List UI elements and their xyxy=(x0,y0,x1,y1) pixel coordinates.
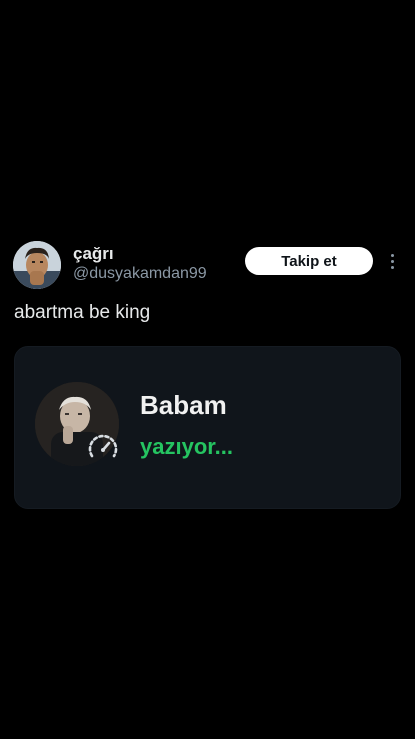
media-card[interactable]: Babam yazıyor... xyxy=(14,346,401,509)
more-dot xyxy=(390,259,394,263)
more-dot xyxy=(390,265,394,269)
display-name[interactable]: çağrı xyxy=(73,244,114,264)
typing-status: yazıyor... xyxy=(140,434,233,459)
user-handle[interactable]: @dusyakamdan99 xyxy=(73,264,207,284)
more-options-icon[interactable] xyxy=(385,248,399,274)
user-avatar-icon[interactable] xyxy=(13,241,61,289)
tweet-text: abartma be king xyxy=(14,302,151,323)
follow-button[interactable]: Takip et xyxy=(245,247,373,275)
contact-name: Babam xyxy=(140,390,227,420)
more-dot xyxy=(390,253,394,257)
speedometer-icon xyxy=(88,434,118,458)
